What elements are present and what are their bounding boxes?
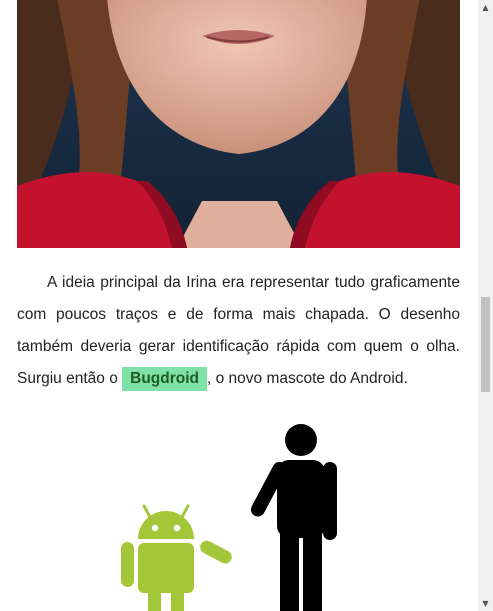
scroll-up-arrow-icon[interactable]: ▲ <box>478 0 493 15</box>
bugdroid-highlight: Bugdroid <box>122 367 208 391</box>
scroll-down-arrow-icon[interactable]: ▼ <box>478 596 493 611</box>
scrollbar-thumb[interactable] <box>481 297 490 392</box>
article-content: A ideia principal da Irina era represent… <box>0 0 478 611</box>
article-paragraph: A ideia principal da Irina era represent… <box>17 267 460 395</box>
human-figure-icon <box>250 424 337 611</box>
bugdroid-icon <box>121 504 232 611</box>
portrait-photo <box>17 0 460 248</box>
vertical-scrollbar[interactable]: ▲ ▼ <box>478 0 493 611</box>
paragraph-text-after: , o novo mascote do Android. <box>207 370 408 387</box>
android-mascot-illustration <box>121 424 337 611</box>
